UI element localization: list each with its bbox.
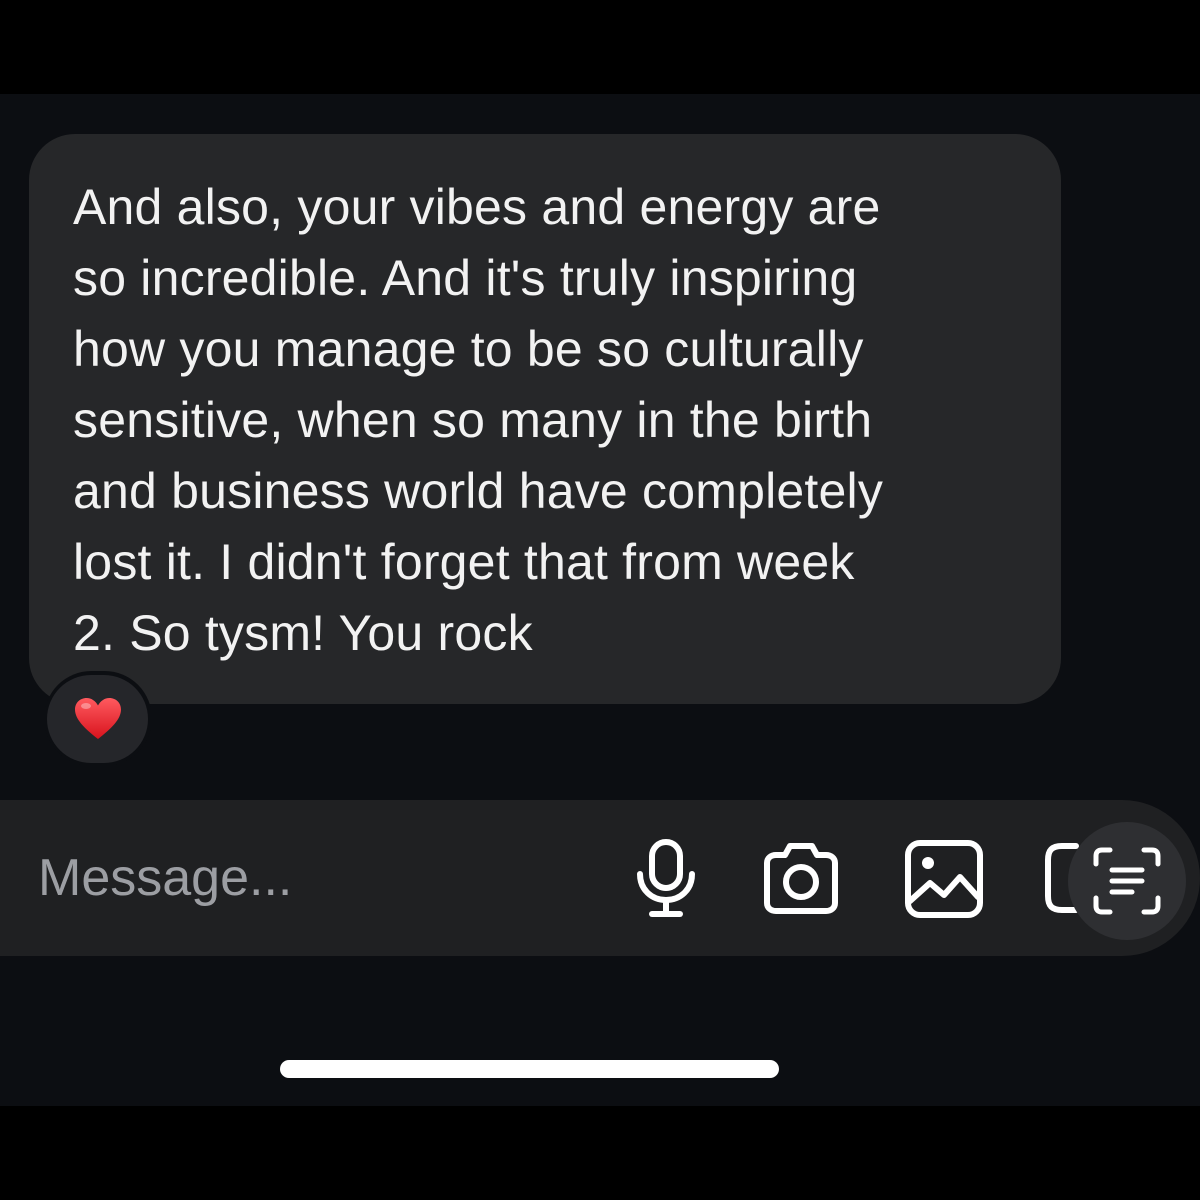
reaction-badge[interactable] (44, 671, 152, 766)
message-bubble[interactable]: And also, your vibes and energy are so i… (29, 134, 1061, 704)
chat-screen: And also, your vibes and energy are so i… (0, 94, 1200, 1106)
text-scan-icon (1093, 847, 1161, 915)
camera-icon[interactable] (758, 840, 844, 916)
reaction-inner (47, 675, 148, 763)
gallery-icon[interactable] (902, 838, 986, 920)
microphone-icon[interactable] (630, 836, 702, 920)
message-composer: Message... (0, 800, 1200, 956)
message-input[interactable]: Message... (38, 848, 292, 908)
home-indicator[interactable] (280, 1060, 779, 1078)
text-scan-button[interactable] (1068, 822, 1186, 940)
heart-icon (74, 698, 121, 739)
message-text: And also, your vibes and energy are so i… (73, 179, 884, 661)
